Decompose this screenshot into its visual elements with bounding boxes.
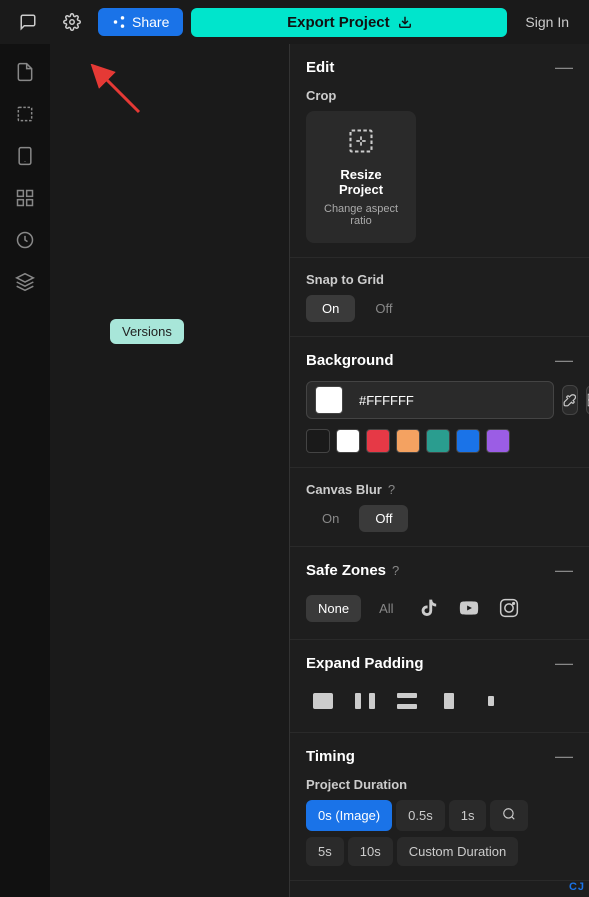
edit-section: Edit — Crop Resize Project Change aspect… — [290, 44, 589, 258]
timing-collapse-button[interactable]: — — [555, 747, 573, 765]
expand-all-button[interactable] — [306, 684, 340, 718]
expand-padding-section: Expand Padding — — [290, 640, 589, 733]
watermark: CJ — [569, 881, 585, 893]
canvas-blur-header-row: Canvas Blur ? — [306, 482, 573, 497]
comment-icon-button[interactable] — [10, 4, 46, 40]
snap-off-button[interactable]: Off — [359, 295, 408, 322]
sidebar-grid-icon[interactable] — [7, 180, 43, 216]
swatch-black[interactable] — [306, 429, 330, 453]
sidebar-crop-icon[interactable] — [7, 96, 43, 132]
expand-padding-collapse-button[interactable]: — — [555, 654, 573, 672]
canvas-blur-info-icon: ? — [388, 482, 395, 497]
duration-1s-button[interactable]: 1s — [449, 800, 487, 831]
canvas-blur-label: Canvas Blur — [306, 482, 382, 497]
share-label: Share — [132, 14, 169, 30]
share-button[interactable]: Share — [98, 8, 183, 36]
versions-badge[interactable]: Versions — [110, 319, 184, 344]
duration-more-row: 5s 10s Custom Duration — [306, 837, 573, 866]
resize-project-subtitle: Change aspect ratio — [322, 203, 400, 227]
crop-label: Crop — [306, 88, 573, 103]
settings-icon-button[interactable] — [54, 4, 90, 40]
edit-section-header: Edit — — [306, 58, 573, 76]
swatch-orange[interactable] — [396, 429, 420, 453]
background-collapse-button[interactable]: — — [555, 351, 573, 369]
header: Share Export Project Sign In — [0, 0, 589, 44]
duration-0s-image-button[interactable]: 0s (Image) — [306, 800, 392, 831]
duration-5s-button[interactable]: 5s — [306, 837, 344, 866]
project-duration-label: Project Duration — [306, 777, 573, 792]
export-label: Export Project — [287, 14, 390, 31]
padding-icons-row — [306, 684, 573, 718]
resize-project-card[interactable]: Resize Project Change aspect ratio — [306, 111, 416, 243]
expand-left-right-button[interactable] — [348, 684, 382, 718]
youtube-safe-zone-button[interactable] — [452, 591, 486, 625]
snap-on-button[interactable]: On — [306, 295, 355, 322]
sidebar-mobile-icon[interactable] — [7, 138, 43, 174]
color-picker-row — [306, 381, 573, 419]
expand-padding-title: Expand Padding — [306, 655, 424, 672]
edit-title: Edit — [306, 59, 334, 76]
right-panel: Edit — Crop Resize Project Change aspect… — [289, 44, 589, 897]
timing-section: Timing — Project Duration 0s (Image) 0.5… — [290, 733, 589, 881]
duration-0.5s-button[interactable]: 0.5s — [396, 800, 445, 831]
color-preview-box[interactable] — [315, 386, 343, 414]
canvas-blur-off-button[interactable]: Off — [359, 505, 408, 532]
expand-top-bottom-button[interactable] — [390, 684, 424, 718]
background-section-header: Background — — [306, 351, 573, 369]
sidebar-document-icon[interactable] — [7, 54, 43, 90]
background-title: Background — [306, 352, 394, 369]
safe-zones-none-button[interactable]: None — [306, 595, 361, 622]
timing-section-header: Timing — — [306, 747, 573, 765]
safe-zones-section-header: Safe Zones ? — — [306, 561, 573, 579]
background-section: Background — — [290, 337, 589, 468]
edit-collapse-button[interactable]: — — [555, 58, 573, 76]
duration-10s-button[interactable]: 10s — [348, 837, 393, 866]
color-swatches — [306, 429, 573, 453]
timing-title: Timing — [306, 748, 355, 765]
duration-buttons-row: 0s (Image) 0.5s 1s — [306, 800, 573, 831]
expand-center-vertical-button[interactable] — [432, 684, 466, 718]
signin-button[interactable]: Sign In — [515, 8, 579, 36]
duration-search-button[interactable] — [490, 800, 528, 831]
snap-toggle-group: On Off — [306, 295, 573, 322]
sidebar-layers-icon[interactable] — [7, 264, 43, 300]
eyedropper-button[interactable] — [562, 385, 578, 415]
swatch-green[interactable] — [426, 429, 450, 453]
canvas-blur-toggle-group: On Off — [306, 505, 573, 532]
sidebar-clock-icon[interactable] — [7, 222, 43, 258]
resize-project-icon — [347, 127, 375, 161]
red-arrow-indicator — [89, 64, 149, 114]
canvas-blur-section: Canvas Blur ? On Off — [290, 468, 589, 547]
export-button[interactable]: Export Project — [191, 8, 507, 37]
safe-zones-collapse-button[interactable]: — — [555, 561, 573, 579]
expand-single-button[interactable] — [474, 684, 508, 718]
canvas-area: Versions — [50, 44, 289, 897]
safe-zones-section: Safe Zones ? — None All — [290, 547, 589, 640]
swatch-purple[interactable] — [486, 429, 510, 453]
swatch-white[interactable] — [336, 429, 360, 453]
duration-custom-button[interactable]: Custom Duration — [397, 837, 519, 866]
main-layout: Versions Edit — Crop Resize Project Chan… — [0, 44, 589, 897]
tiktok-safe-zone-button[interactable] — [412, 591, 446, 625]
snap-to-grid-label: Snap to Grid — [306, 272, 573, 287]
left-sidebar — [0, 44, 50, 897]
snap-to-grid-section: Snap to Grid On Off — [290, 258, 589, 337]
color-hex-input[interactable] — [349, 388, 545, 413]
instagram-safe-zone-button[interactable] — [492, 591, 526, 625]
swatch-blue[interactable] — [456, 429, 480, 453]
canvas-blur-on-button[interactable]: On — [306, 505, 355, 532]
safe-zones-row: None All — [306, 591, 573, 625]
swatch-red[interactable] — [366, 429, 390, 453]
safe-zones-all-button[interactable]: All — [367, 595, 405, 622]
safe-zones-title: Safe Zones — [306, 562, 386, 579]
resize-project-title: Resize Project — [322, 167, 400, 197]
expand-padding-header: Expand Padding — — [306, 654, 573, 672]
safe-zones-info-icon: ? — [392, 563, 399, 578]
